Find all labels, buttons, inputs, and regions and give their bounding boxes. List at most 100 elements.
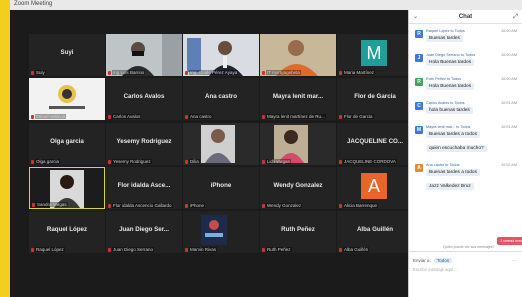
- mic-muted-icon: [262, 160, 265, 164]
- participant-tile[interactable]: Lidli vargas: [260, 123, 336, 165]
- participant-label: Olga garcia: [50, 138, 84, 145]
- participant-label: Carlos Avalos: [123, 93, 165, 100]
- participant-name: Olga garcia: [35, 159, 61, 164]
- participant-name: Dilia: [189, 159, 200, 164]
- participant-tile[interactable]: Flor idalda Asce... Flor idalda Ascencio…: [106, 167, 182, 209]
- chat-message: R Raquel López to Todos 10:00 AM Buenas …: [415, 28, 519, 52]
- participant-label: Alba Guillén: [356, 226, 394, 233]
- chat-header: ⌄ Chat ⤢: [409, 10, 522, 24]
- mic-muted-icon: [339, 204, 342, 208]
- participant-tile[interactable]: A Alicia Barrenque: [337, 167, 413, 209]
- message-text: Buenas tardes a todos: [426, 131, 481, 138]
- mic-muted-icon: [31, 71, 34, 75]
- message-input[interactable]: Escribir mensaje aquí...: [413, 267, 457, 272]
- participant-tile-active-speaker[interactable]: Sandra Vargas: [29, 167, 105, 209]
- mic-muted-icon: [108, 115, 111, 119]
- participant-tile[interactable]: Yesemy Rodriguez Yesemy Rodriguez: [106, 123, 182, 165]
- mic-muted-icon: [185, 115, 188, 119]
- participant-tile[interactable]: Wendy Gonzalez Wendy Gonzalez: [260, 167, 336, 209]
- mic-muted-icon: [185, 160, 188, 164]
- participant-label: Flor de Garcia: [354, 93, 396, 100]
- avatar: M: [415, 126, 423, 134]
- participant-name: Alicia Barrenque: [343, 203, 379, 208]
- participant-tile[interactable]: Raquel López Raquel López: [29, 211, 105, 253]
- title-bar: Zoom Meeting: [10, 0, 522, 10]
- more-options-icon[interactable]: …: [512, 257, 517, 263]
- participant-avatar: A: [361, 173, 387, 199]
- participant-tile[interactable]: Estuel Valdivia: [29, 78, 105, 120]
- participant-name: Lidli vargas: [266, 159, 291, 164]
- participant-tile[interactable]: Ing. Guido Pérez Ayaya: [183, 34, 259, 76]
- avatar: A: [415, 164, 423, 172]
- participant-tile[interactable]: Ing Luis Barrios: [106, 34, 182, 76]
- chevron-down-icon[interactable]: ⌄: [413, 10, 418, 24]
- participant-tile[interactable]: JACQUELINE CO... JACQUELINE CORDOVA: [337, 123, 413, 165]
- participant-name: Maria Martínez: [343, 70, 376, 75]
- participant-tile[interactable]: Olga garcia Olga garcia: [29, 123, 105, 165]
- recipient-select[interactable]: Todos: [434, 258, 453, 263]
- privacy-hint-link[interactable]: Quién puede ver sus mensajes?: [443, 245, 495, 249]
- participant-tile[interactable]: Juan Diego Ser... Juan Diego Serrano: [106, 211, 182, 253]
- participant-tile[interactable]: Mayra lenit mar... Mayra lenit martínez …: [260, 78, 336, 120]
- mic-muted-icon: [339, 160, 342, 164]
- message-time: 10:02 AM: [500, 163, 517, 167]
- participant-tile[interactable]: Marvin Rivas: [183, 211, 259, 253]
- participant-tile[interactable]: Ana castro Ana castro: [183, 78, 259, 120]
- zoom-window: Zoom Meeting Suyi Suiy Ing Luis Barrios: [10, 0, 522, 297]
- participant-tile[interactable]: Flor de Garcia Flor de Garcia: [337, 78, 413, 120]
- participant-label: Ana castro: [205, 93, 237, 100]
- mic-muted-icon: [262, 204, 265, 208]
- message-text: Hola Buenas tardes: [426, 83, 475, 90]
- mic-muted-icon: [31, 248, 34, 252]
- mic-muted-icon: [262, 248, 265, 252]
- participant-tile[interactable]: iPhone iPhone: [183, 167, 259, 209]
- chat-panel: ⌄ Chat ⤢ R Raquel López to Todos 10:00 A…: [408, 10, 522, 297]
- participant-name: Alba Guillén: [343, 247, 370, 252]
- mic-muted-icon: [108, 160, 111, 164]
- participant-name: Estuel Valdivia: [35, 114, 67, 119]
- participant-tile[interactable]: M Maria Martínez: [337, 34, 413, 76]
- popout-icon[interactable]: ⤢: [513, 10, 518, 24]
- message-time: 10:01 AM: [500, 101, 517, 105]
- participant-tile[interactable]: Carlos Avalos Carlos Avalos: [106, 78, 182, 120]
- message-sender: Ruth Peñez to Todos: [426, 77, 462, 81]
- participant-name: Mayra lenit martínez de Ru...: [266, 114, 326, 119]
- participant-name: Ruth Peñez: [266, 247, 292, 252]
- participant-name: Yesemy Rodriguez: [112, 159, 152, 164]
- recipient-label: Enviar a:: [413, 258, 431, 263]
- mic-muted-icon: [185, 204, 188, 208]
- message-sender: Ana castro to Todos: [426, 163, 460, 167]
- chat-message: R Ruth Peñez to Todos 10:00 AM Hola Buen…: [415, 76, 519, 100]
- message-text: Buenas tardes a todos: [426, 169, 481, 176]
- participant-name: Flor idalda Ascencio Gallardo: [112, 203, 173, 208]
- message-sender: Juan Diego Serrano to Todos: [426, 53, 476, 57]
- avatar: R: [415, 30, 423, 38]
- participant-name: Sandra Vargas: [36, 202, 68, 207]
- participant-label: Yesemy Rodriguez: [116, 138, 172, 145]
- participant-tile[interactable]: Suyi Suiy: [29, 34, 105, 76]
- participant-name: Ing. Guido Pérez Ayaya: [189, 70, 239, 75]
- participant-label: Suyi: [60, 49, 74, 56]
- message-time: 10:01 AM: [500, 125, 517, 129]
- avatar: J: [415, 54, 423, 62]
- mic-muted-icon: [108, 204, 111, 208]
- message-time: 10:00 AM: [500, 53, 517, 57]
- message-time: 10:00 AM: [500, 77, 517, 81]
- participant-label: Juan Diego Ser...: [119, 226, 169, 233]
- participant-tile[interactable]: IT mortgagebeta: [260, 34, 336, 76]
- chat-message: Jazz Valkedez Bruz: [415, 180, 519, 204]
- mic-muted-icon: [185, 248, 188, 252]
- mic-muted-icon: [339, 115, 342, 119]
- participant-label: Raquel López: [46, 226, 88, 233]
- participant-name: Suiy: [35, 70, 46, 75]
- participant-tile[interactable]: Ruth Peñez Ruth Peñez: [260, 211, 336, 253]
- participant-tile[interactable]: Alba Guillén Alba Guillén: [337, 211, 413, 253]
- chat-title: Chat: [458, 14, 473, 20]
- participant-name: JACQUELINE CORDOVA: [343, 159, 397, 164]
- participant-name: IT mortgagebeta: [266, 70, 301, 75]
- message-time: 10:00 AM: [500, 29, 517, 33]
- participant-tile[interactable]: Dilia: [183, 123, 259, 165]
- mic-muted-icon: [339, 248, 342, 252]
- mic-muted-icon: [108, 71, 111, 75]
- unread-messages-button[interactable]: 1 unread message: [497, 237, 522, 245]
